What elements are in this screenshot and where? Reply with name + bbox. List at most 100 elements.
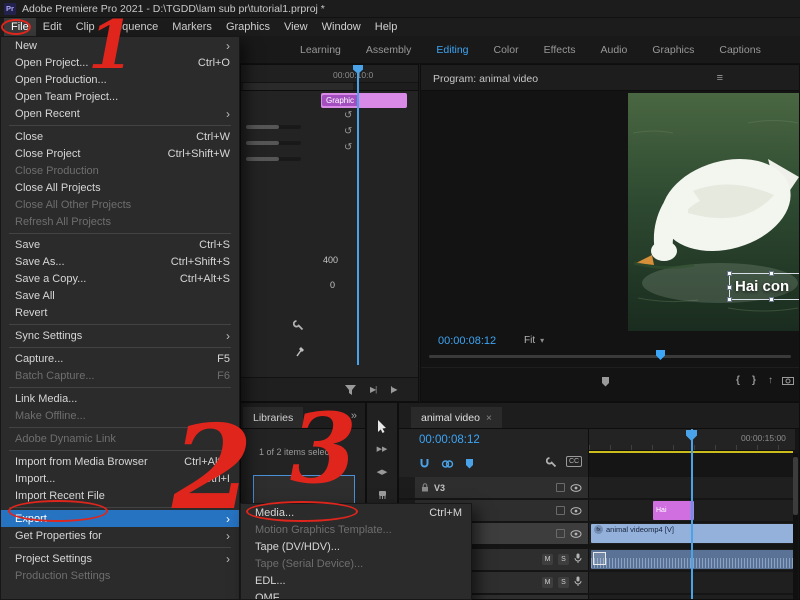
file-menu-item-export[interactable]: Export› [1, 510, 239, 527]
track-output-eye-icon[interactable] [570, 525, 582, 543]
file-menu-item-refresh-all-projects[interactable]: Refresh All Projects [1, 213, 239, 230]
microphone-icon[interactable] [574, 574, 582, 592]
panel-overflow-icon[interactable]: » [351, 410, 357, 422]
reset-parameter-icon[interactable]: ↺ [344, 143, 352, 153]
menu-view[interactable]: View [277, 18, 315, 36]
menu-file[interactable]: File [4, 18, 36, 36]
param-slider[interactable] [246, 125, 301, 129]
track-select-tool-icon[interactable]: ▶▶ [374, 442, 390, 456]
mute-button[interactable]: M [542, 554, 553, 565]
captions-badge[interactable]: CC [566, 456, 582, 467]
file-menu-item-import-recent-file[interactable]: Import Recent File› [1, 487, 239, 504]
video-clip[interactable]: fxanimal videomp4 [V] [591, 524, 795, 543]
menu-graphics[interactable]: Graphics [219, 18, 277, 36]
menu-window[interactable]: Window [315, 18, 368, 36]
scrollbar-thumb[interactable] [793, 457, 798, 515]
mixer-playhead[interactable] [357, 69, 359, 365]
text-overlay-selection-box[interactable]: Hai con [729, 273, 799, 300]
close-icon[interactable]: × [486, 413, 492, 424]
file-menu-item-save-all[interactable]: Save All [1, 287, 239, 304]
export-submenu-item-motion-graphics-template[interactable]: Motion Graphics Template... [241, 521, 471, 538]
file-menu-item-open-project[interactable]: Open Project...Ctrl+O [1, 54, 239, 71]
workspace-tab-audio[interactable]: Audio [601, 44, 628, 56]
file-menu-item-import[interactable]: Import...Ctrl+I [1, 470, 239, 487]
lift-icon[interactable]: ↑ [768, 376, 773, 386]
workspace-tab-effects[interactable]: Effects [544, 44, 576, 56]
file-menu-item-adobe-dynamic-link[interactable]: Adobe Dynamic Link› [1, 430, 239, 447]
sync-lock-toggle[interactable] [556, 529, 565, 538]
overlay-text[interactable]: Hai con [730, 278, 789, 295]
reset-parameter-icon[interactable]: ↺ [344, 111, 352, 121]
file-menu-item-revert[interactable]: Revert [1, 304, 239, 321]
sync-lock-toggle[interactable] [556, 506, 565, 515]
snap-icon[interactable] [419, 456, 430, 474]
workspace-tab-assembly[interactable]: Assembly [366, 44, 412, 56]
workspace-tab-color[interactable]: Color [494, 44, 519, 56]
program-playhead-marker[interactable] [656, 350, 665, 360]
program-video-frame[interactable]: Hai con [628, 93, 799, 331]
file-menu-item-sync-settings[interactable]: Sync Settings› [1, 327, 239, 344]
menu-help[interactable]: Help [368, 18, 405, 36]
selection-handle[interactable] [727, 285, 732, 290]
selection-handle[interactable] [727, 271, 732, 276]
param-slider[interactable] [246, 141, 301, 145]
filter-funnel-icon[interactable] [345, 385, 356, 395]
eyedropper-icon[interactable] [296, 344, 306, 362]
file-menu-item-capture[interactable]: Capture...F5 [1, 350, 239, 367]
track-output-eye-icon[interactable] [570, 502, 582, 520]
tab-sequence[interactable]: animal video × [411, 407, 502, 428]
param-value[interactable]: 0 [330, 280, 335, 290]
param-value[interactable]: 400 [323, 255, 338, 265]
linked-selection-icon[interactable] [441, 456, 454, 474]
step-back-icon[interactable]: ▶| [370, 385, 376, 394]
panel-menu-icon[interactable]: ≡ [717, 72, 723, 84]
menu-markers[interactable]: Markers [165, 18, 219, 36]
ripple-edit-tool-icon[interactable]: ◀▶ [374, 465, 390, 479]
export-submenu-item-omf[interactable]: OMF... [241, 589, 471, 600]
program-panel-title[interactable]: Program: animal video [433, 73, 538, 90]
export-submenu-item-tape-dv-hdv[interactable]: Tape (DV/HDV)... [241, 538, 471, 555]
razor-tool-icon[interactable] [374, 488, 390, 502]
workspace-tab-graphics[interactable]: Graphics [652, 44, 694, 56]
sync-lock-toggle[interactable] [556, 483, 565, 492]
file-menu-item-close-project[interactable]: Close ProjectCtrl+Shift+W [1, 145, 239, 162]
file-menu-item-get-properties-for[interactable]: Get Properties for› [1, 527, 239, 544]
graphic-clip[interactable]: Hai [653, 501, 694, 520]
microphone-icon[interactable] [574, 551, 582, 569]
wrench-icon[interactable] [293, 318, 304, 336]
track-lock-icon[interactable] [421, 479, 429, 497]
mixer-mini-ruler[interactable]: 00:00:10:0 [241, 65, 418, 83]
selection-tool-icon[interactable] [374, 419, 390, 433]
file-menu-item-save-as[interactable]: Save As...Ctrl+Shift+S [1, 253, 239, 270]
audio-clip[interactable] [591, 550, 795, 569]
mark-out-icon[interactable]: } [752, 376, 756, 386]
menu-clip[interactable]: Clip [69, 18, 102, 36]
file-menu-item-close-production[interactable]: Close Production [1, 162, 239, 179]
file-menu-item-open-team-project[interactable]: Open Team Project... [1, 88, 239, 105]
file-menu-item-save[interactable]: SaveCtrl+S [1, 236, 239, 253]
file-menu-item-new[interactable]: New› [1, 37, 239, 54]
file-menu-item-close-all-other-projects[interactable]: Close All Other Projects [1, 196, 239, 213]
program-timecode[interactable]: 00:00:08:12 [438, 335, 496, 347]
reset-parameter-icon[interactable]: ↺ [344, 127, 352, 137]
file-menu-item-close[interactable]: CloseCtrl+W [1, 128, 239, 145]
mute-button[interactable]: M [542, 577, 553, 588]
selection-handle[interactable] [727, 297, 732, 302]
program-scrub-bar[interactable] [429, 355, 791, 358]
file-menu-item-import-from-media-browser[interactable]: Import from Media BrowserCtrl+Alt+I [1, 453, 239, 470]
file-menu-item-open-production[interactable]: Open Production... [1, 71, 239, 88]
export-submenu-item-edl[interactable]: EDL... [241, 572, 471, 589]
file-menu-item-open-recent[interactable]: Open Recent› [1, 105, 239, 122]
export-submenu-item-tape-serial-device[interactable]: Tape (Serial Device)... [241, 555, 471, 572]
source-patch[interactable] [399, 477, 415, 498]
microphone-icon[interactable] [574, 597, 582, 600]
selection-handle[interactable] [769, 271, 774, 276]
track-output-eye-icon[interactable] [570, 479, 582, 497]
file-menu-item-batch-capture[interactable]: Batch Capture...F6 [1, 367, 239, 384]
step-forward-icon[interactable]: |▶ [390, 385, 396, 394]
param-slider[interactable] [246, 157, 301, 161]
file-menu-item-save-a-copy[interactable]: Save a Copy...Ctrl+Alt+S [1, 270, 239, 287]
add-marker-icon[interactable] [601, 376, 610, 390]
file-menu-item-link-media[interactable]: Link Media... [1, 390, 239, 407]
solo-button[interactable]: S [558, 577, 569, 588]
